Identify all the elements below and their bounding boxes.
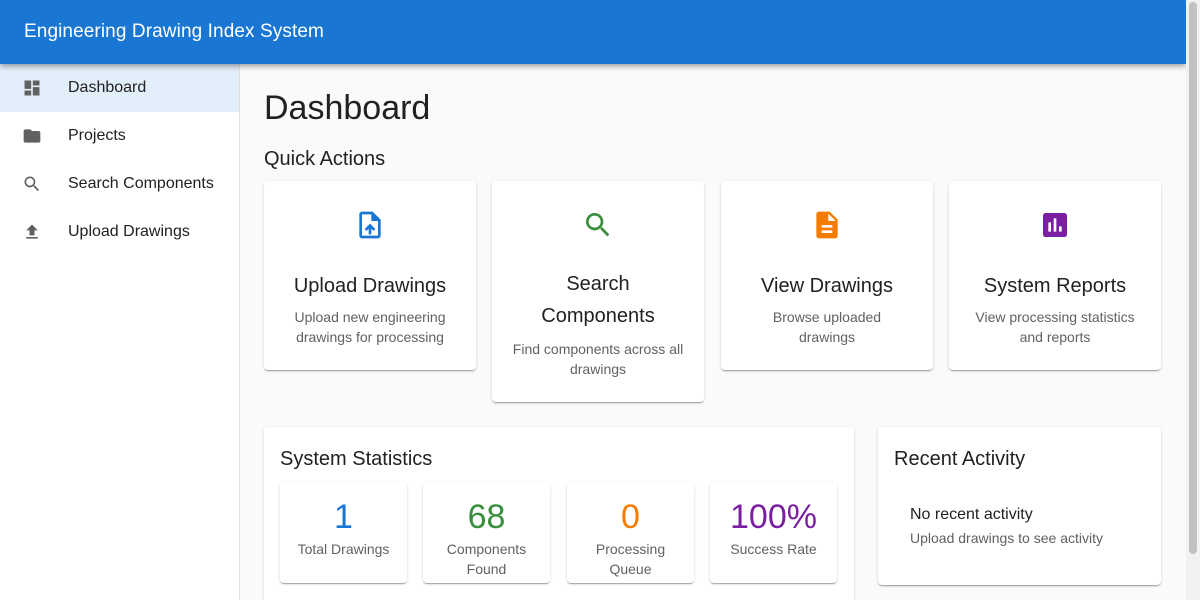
stat-label: Total Drawings [297,541,390,557]
sidebar-item-label: Upload Drawings [68,223,190,240]
stat-value: 1 [334,498,353,536]
stat-label: Processing Queue [595,541,666,577]
main-content: Dashboard Quick Actions Upload Drawings … [240,64,1186,600]
quick-action-description: Find components across all drawings [512,341,684,377]
stat-value: 68 [467,498,506,536]
recent-activity-card: Recent Activity No recent activity Uploa… [878,427,1161,585]
quick-action-view-drawings[interactable]: View Drawings Browse uploaded drawings [721,181,933,370]
scrollbar-thumb[interactable] [1189,2,1197,554]
quick-action-description: Upload new engineering drawings for proc… [294,309,446,345]
stat-label: Components Found [446,541,527,577]
quick-action-description: View processing statistics and reports [975,309,1135,345]
quick-action-system-reports[interactable]: System Reports View processing statistic… [949,181,1161,370]
stat-value: 0 [621,498,640,536]
quick-action-title: Upload Drawings [293,275,447,297]
app-title: Engineering Drawing Index System [24,21,324,42]
sidebar-item-label: Search Components [68,175,214,192]
card-title: System Statistics [280,448,433,470]
bar-chart-icon [1043,213,1067,237]
upload-file-icon [359,211,381,239]
upload-icon [26,224,38,239]
stat-value: 100% [730,498,817,536]
stat-processing-queue: 0 Processing Queue [567,482,694,583]
quick-action-title: Search Components [541,273,655,327]
quick-action-title: View Drawings [761,275,893,297]
empty-state-hint: Upload drawings to see activity [910,530,1103,546]
stat-label: Success Rate [730,541,817,557]
dashboard-icon [24,80,40,96]
quick-action-upload-drawings[interactable]: Upload Drawings Upload new engineering d… [264,181,476,370]
sidebar-item-dashboard[interactable]: Dashboard [0,64,239,112]
quick-action-title: System Reports [983,275,1127,297]
quick-action-description: Browse uploaded drawings [772,309,882,345]
page-title: Dashboard [264,89,431,127]
card-title: Recent Activity [894,448,1026,470]
stat-components-found: 68 Components Found [423,482,550,583]
sidebar-item-search-components[interactable]: Search Components [0,160,239,208]
sidebar-item-label: Projects [68,127,126,144]
sidebar-nav: Dashboard Projects Search Components Upl… [0,64,240,600]
sidebar-item-upload-drawings[interactable]: Upload Drawings [0,208,239,256]
quick-action-search-components[interactable]: Search Components Find components across… [492,181,704,402]
stat-total-drawings: 1 Total Drawings [280,482,407,583]
empty-state-message: No recent activity [910,506,1033,523]
search-icon [24,176,40,192]
search-icon [586,213,610,237]
app-bar: Engineering Drawing Index System [0,0,1186,64]
document-icon [816,211,838,239]
sidebar-item-projects[interactable]: Projects [0,112,239,160]
quick-actions-title: Quick Actions [264,148,386,170]
folder-icon [23,129,41,143]
page-scrollbar[interactable] [1186,0,1200,600]
system-statistics-card: System Statistics 1 Total Drawings 68 Co… [264,427,854,600]
stat-success-rate: 100% Success Rate [710,482,837,583]
sidebar-item-label: Dashboard [68,79,147,96]
